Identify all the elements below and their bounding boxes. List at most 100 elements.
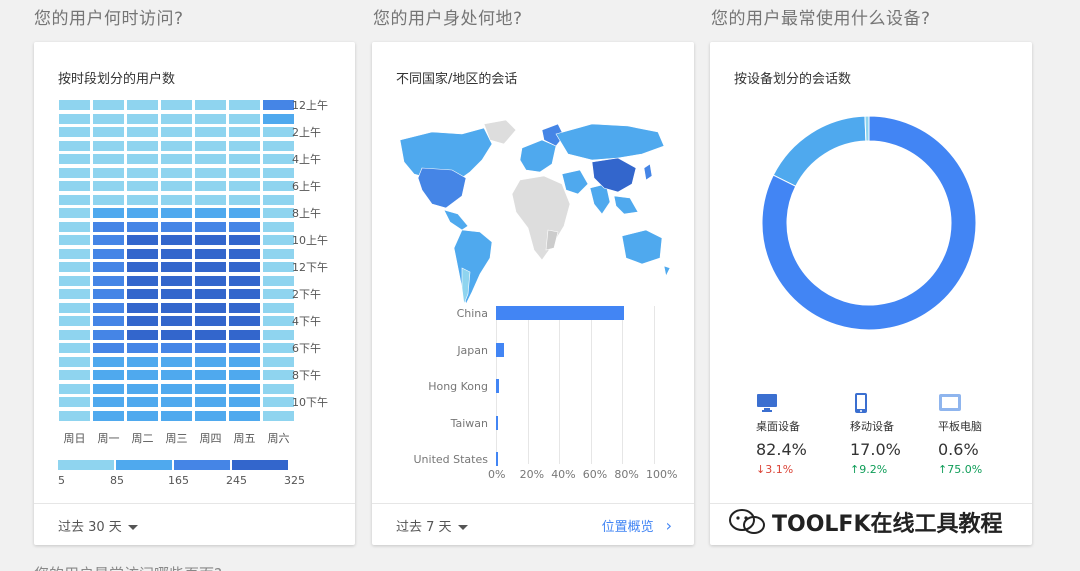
heatmap-cell[interactable] (127, 262, 158, 272)
heatmap-cell[interactable] (195, 221, 226, 232)
heatmap-cell[interactable] (263, 397, 294, 407)
heatmap-cell[interactable] (263, 370, 294, 380)
heatmap-cell[interactable] (59, 100, 90, 110)
heatmap-cell[interactable] (195, 370, 226, 380)
heatmap-cell[interactable] (195, 208, 226, 218)
heatmap-cell[interactable] (127, 275, 158, 286)
heatmap-cell[interactable] (127, 289, 158, 299)
heatmap-cell[interactable] (263, 329, 294, 340)
heatmap-cell[interactable] (263, 194, 294, 205)
heatmap-cell[interactable] (59, 181, 90, 191)
heatmap-cell[interactable] (59, 127, 90, 137)
country-bar[interactable] (496, 452, 498, 466)
heatmap-cell[interactable] (59, 248, 90, 259)
heatmap-cell[interactable] (127, 410, 158, 421)
heatmap-cell[interactable] (127, 235, 158, 245)
heatmap-cell[interactable] (127, 208, 158, 218)
heatmap-cell[interactable] (263, 235, 294, 245)
heatmap-cell[interactable] (93, 248, 124, 259)
country-bar[interactable] (496, 415, 499, 430)
heatmap-cell[interactable] (161, 302, 192, 313)
heatmap-cell[interactable] (161, 113, 192, 124)
world-map[interactable] (392, 118, 674, 314)
heatmap-cell[interactable] (229, 302, 260, 313)
heatmap-cell[interactable] (127, 194, 158, 205)
heatmap-cell[interactable] (229, 289, 260, 299)
heatmap-cell[interactable] (263, 383, 294, 394)
heatmap-cell[interactable] (59, 262, 90, 272)
heatmap-cell[interactable] (161, 167, 192, 178)
heatmap-cell[interactable] (127, 329, 158, 340)
heatmap-cell[interactable] (93, 194, 124, 205)
heatmap-cell[interactable] (59, 113, 90, 124)
heatmap-cell[interactable] (127, 140, 158, 151)
heatmap-cell[interactable] (229, 167, 260, 178)
heatmap-cell[interactable] (93, 208, 124, 218)
heatmap-cell[interactable] (59, 221, 90, 232)
heatmap-cell[interactable] (59, 356, 90, 367)
heatmap-cell[interactable] (161, 100, 192, 110)
heatmap-cell[interactable] (93, 100, 124, 110)
heatmap-cell[interactable] (161, 316, 192, 326)
heatmap-cell[interactable] (161, 329, 192, 340)
heatmap-cell[interactable] (195, 100, 226, 110)
heatmap-cell[interactable] (263, 167, 294, 178)
heatmap-cell[interactable] (229, 343, 260, 353)
heatmap-cell[interactable] (229, 127, 260, 137)
heatmap-cell[interactable] (59, 397, 90, 407)
heatmap-cell[interactable] (195, 329, 226, 340)
heatmap-cell[interactable] (263, 275, 294, 286)
heatmap-cell[interactable] (263, 221, 294, 232)
heatmap-cell[interactable] (93, 329, 124, 340)
heatmap-cell[interactable] (59, 154, 90, 164)
heatmap-cell[interactable] (59, 167, 90, 178)
country-bar[interactable] (496, 306, 624, 320)
heatmap-cell[interactable] (93, 397, 124, 407)
heatmap-cell[interactable] (229, 221, 260, 232)
heatmap-cell[interactable] (229, 235, 260, 245)
heatmap-cell[interactable] (161, 235, 192, 245)
heatmap-cell[interactable] (229, 329, 260, 340)
heatmap-cell[interactable] (93, 127, 124, 137)
heatmap-cell[interactable] (195, 194, 226, 205)
heatmap-cell[interactable] (93, 181, 124, 191)
heatmap-cell[interactable] (161, 356, 192, 367)
location-overview-link[interactable]: 位置概览 › (602, 516, 672, 535)
heatmap-cell[interactable] (93, 154, 124, 164)
heatmap-cell[interactable] (263, 343, 294, 353)
heatmap-cell[interactable] (195, 397, 226, 407)
heatmap-cell[interactable] (59, 289, 90, 299)
heatmap-cell[interactable] (195, 356, 226, 367)
heatmap-cell[interactable] (229, 356, 260, 367)
heatmap-cell[interactable] (229, 410, 260, 421)
heatmap-cell[interactable] (195, 410, 226, 421)
heatmap-cell[interactable] (263, 248, 294, 259)
heatmap-cell[interactable] (93, 410, 124, 421)
heatmap-cell[interactable] (127, 248, 158, 259)
heatmap-cell[interactable] (127, 383, 158, 394)
heatmap-cell[interactable] (93, 289, 124, 299)
heatmap-cell[interactable] (161, 370, 192, 380)
heatmap-cell[interactable] (263, 100, 294, 110)
heatmap-cell[interactable] (127, 181, 158, 191)
heatmap-cell[interactable] (93, 262, 124, 272)
heatmap-cell[interactable] (195, 316, 226, 326)
heatmap-cell[interactable] (93, 383, 124, 394)
heatmap-cell[interactable] (229, 397, 260, 407)
heatmap-cell[interactable] (229, 370, 260, 380)
heatmap-cell[interactable] (59, 140, 90, 151)
heatmap-cell[interactable] (229, 140, 260, 151)
heatmap-cell[interactable] (229, 194, 260, 205)
heatmap-cell[interactable] (195, 248, 226, 259)
heatmap-cell[interactable] (229, 154, 260, 164)
heatmap-cell[interactable] (161, 410, 192, 421)
heatmap-cell[interactable] (59, 410, 90, 421)
heatmap-cell[interactable] (59, 275, 90, 286)
heatmap-cell[interactable] (93, 235, 124, 245)
country-bar[interactable] (496, 342, 504, 357)
heatmap-cell[interactable] (127, 167, 158, 178)
heatmap-cell[interactable] (161, 248, 192, 259)
heatmap-cell[interactable] (127, 356, 158, 367)
heatmap-cell[interactable] (161, 221, 192, 232)
date-range-dropdown[interactable]: 过去 30 天 (58, 516, 138, 535)
